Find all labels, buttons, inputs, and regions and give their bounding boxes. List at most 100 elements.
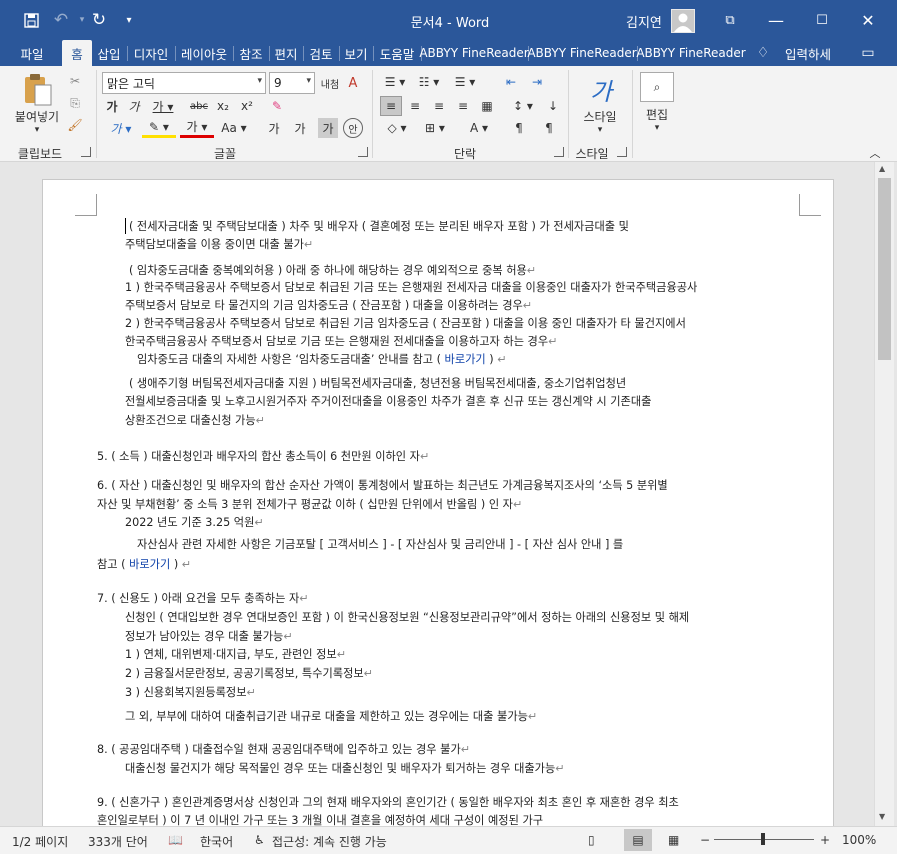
language[interactable]: 한국어 — [200, 833, 233, 850]
grow-shrink-font-icon[interactable]: 내첨 — [320, 72, 340, 94]
read-mode-icon[interactable]: ▯ — [588, 833, 595, 847]
multilevel-list-icon[interactable]: ☰ ▾ — [448, 72, 482, 92]
accessibility-icon[interactable]: ♿ — [254, 833, 265, 847]
tab-home[interactable]: 홈 — [62, 40, 92, 66]
text-effects-icon[interactable]: 가 ▾ — [104, 118, 138, 138]
ribbon-display-icon[interactable]: ⧉ — [712, 6, 748, 34]
tab-review[interactable]: 검토 — [305, 40, 337, 66]
paste-icon[interactable] — [16, 72, 60, 108]
font-size-combo[interactable]: 9 ▾ — [269, 72, 315, 94]
tab-abbyy-2[interactable]: ABBYY FineReader — [527, 40, 636, 66]
font-launcher-icon[interactable] — [358, 147, 368, 157]
tab-references[interactable]: 참조 — [235, 40, 267, 66]
styles-dropdown-icon[interactable]: ▾ — [594, 124, 606, 136]
comments-icon[interactable]: ▭ — [856, 40, 880, 66]
styles-launcher-icon[interactable] — [617, 147, 627, 157]
scroll-up-icon[interactable]: ▲ — [879, 164, 885, 173]
search-icon[interactable]: ⌕ — [640, 72, 674, 102]
eraser-icon[interactable]: ✎ — [266, 96, 288, 116]
show-marks-icon[interactable]: ¶ — [508, 118, 530, 138]
shading-icon[interactable]: ◇ ▾ — [380, 118, 414, 138]
italic-icon[interactable]: 가 — [126, 96, 142, 116]
align-left-icon[interactable]: ≡ — [380, 96, 402, 116]
numbering-icon[interactable]: ☷ ▾ — [414, 72, 444, 92]
lightbulb-icon[interactable]: ♢ — [754, 40, 772, 66]
scroll-down-icon[interactable]: ▼ — [879, 812, 885, 821]
customize-qat-icon[interactable]: ▾ — [116, 8, 142, 32]
tab-design[interactable]: 디자인 — [129, 40, 173, 66]
paste-dropdown-icon[interactable]: ▾ — [28, 124, 46, 136]
close-button[interactable]: ✕ — [850, 6, 886, 34]
cut-icon[interactable]: ✂ — [66, 72, 84, 90]
tab-mailings[interactable]: 편지 — [271, 40, 301, 66]
paste-button[interactable]: 붙여넣기 — [6, 108, 68, 124]
editing-button[interactable]: 편집 — [636, 106, 678, 122]
chevron-down-icon: ▾ — [257, 76, 262, 86]
zoom-slider-thumb[interactable] — [761, 833, 765, 845]
tab-view[interactable]: 보기 — [341, 40, 371, 66]
distributed-icon[interactable]: ▦ — [476, 96, 498, 116]
word-count[interactable]: 333개 단어 — [88, 833, 148, 850]
increase-indent-icon[interactable]: ⇥ — [526, 72, 548, 92]
font-name-combo[interactable]: 맑은 고딕 ▾ — [102, 72, 266, 94]
print-layout-icon[interactable]: ▤ — [624, 829, 652, 851]
bold-icon[interactable]: 가 — [104, 96, 120, 116]
paragraph-launcher-icon[interactable] — [554, 147, 564, 157]
zoom-out-icon[interactable]: − — [700, 833, 710, 847]
zoom-level[interactable]: 100% — [842, 833, 876, 847]
sort-icon[interactable]: ↓ — [542, 96, 564, 116]
document-page[interactable]: ( 전세자금대출 및 주택담보대출 ) 차주 및 배우자 ( 결혼예정 또는 분… — [42, 179, 834, 826]
avatar[interactable] — [671, 9, 695, 33]
bullets-icon[interactable]: ☰ ▾ — [380, 72, 410, 92]
tab-insert[interactable]: 삽입 — [93, 40, 125, 66]
link-more[interactable]: 바로가기 — [129, 558, 170, 571]
subscript-icon[interactable]: x₂ — [214, 96, 232, 116]
page-count[interactable]: 1/2 페이지 — [12, 833, 68, 850]
highlight-icon[interactable]: ✎ ▾ — [142, 118, 176, 138]
enclosed-character-icon[interactable]: 안 — [343, 118, 363, 138]
character-border-icon[interactable]: 가 — [318, 118, 338, 138]
character-shading-icon[interactable]: 가 — [290, 118, 310, 138]
format-painter-icon[interactable]: 🖌 — [66, 116, 84, 134]
scroll-thumb[interactable] — [878, 178, 891, 360]
change-case-icon[interactable]: Aa ▾ — [218, 118, 250, 138]
paragraph-mark-icon[interactable]: ¶ — [538, 118, 560, 138]
maximize-button[interactable]: ☐ — [804, 6, 840, 34]
link-more[interactable]: 바로가기 — [445, 353, 486, 366]
redo-icon[interactable]: ↻ — [86, 8, 112, 32]
tab-layout[interactable]: 레이아웃 — [177, 40, 231, 66]
document-area[interactable]: ( 전세자금대출 및 주택담보대출 ) 차주 및 배우자 ( 결혼예정 또는 분… — [0, 162, 874, 826]
proofing-icon[interactable]: 📖 — [168, 833, 183, 847]
tab-help[interactable]: 도움말 — [375, 40, 419, 66]
superscript-icon[interactable]: x² — [238, 96, 256, 116]
styles-icon[interactable]: 가 — [582, 72, 620, 106]
align-right-icon[interactable]: ≡ — [428, 96, 450, 116]
copy-icon[interactable]: ⎘ — [66, 94, 84, 112]
vertical-scrollbar[interactable]: ▲ ▼ — [874, 162, 894, 826]
align-center-icon[interactable]: ≡ — [404, 96, 426, 116]
justify-icon[interactable]: ≡ — [452, 96, 474, 116]
tell-me-input[interactable]: 입력하세 — [780, 40, 836, 66]
clear-format-icon[interactable]: A — [343, 72, 363, 94]
minimize-button[interactable]: — — [758, 6, 794, 34]
borders-icon[interactable]: ⊞ ▾ — [418, 118, 452, 138]
strikethrough-icon[interactable]: abc — [188, 96, 210, 116]
collapse-ribbon-icon[interactable]: ︿ — [866, 146, 884, 160]
clipboard-launcher-icon[interactable] — [81, 147, 91, 157]
tab-file[interactable]: 파일 — [8, 40, 56, 66]
font-color-icon[interactable]: 가 ▾ — [180, 118, 214, 138]
phonetic-icon[interactable]: 가 — [264, 118, 284, 138]
underline-icon[interactable]: 가 ▾ — [150, 96, 176, 116]
editing-dropdown-icon[interactable]: ▾ — [651, 122, 663, 134]
zoom-in-icon[interactable]: + — [820, 833, 830, 847]
user-name[interactable]: 김지연 — [626, 12, 662, 31]
asian-layout-icon[interactable]: A ▾ — [462, 118, 496, 138]
web-layout-icon[interactable]: ▦ — [668, 833, 679, 847]
tab-abbyy-3[interactable]: ABBYY FineReader — [636, 40, 745, 66]
save-icon[interactable] — [18, 8, 44, 32]
styles-button[interactable]: 스타일 — [574, 108, 626, 124]
decrease-indent-icon[interactable]: ⇤ — [500, 72, 522, 92]
line-spacing-icon[interactable]: ↕ ▾ — [506, 96, 540, 116]
tab-abbyy-1[interactable]: ABBYY FineReader — [419, 40, 528, 66]
accessibility-status[interactable]: 접근성: 계속 진행 가능 — [272, 833, 387, 850]
